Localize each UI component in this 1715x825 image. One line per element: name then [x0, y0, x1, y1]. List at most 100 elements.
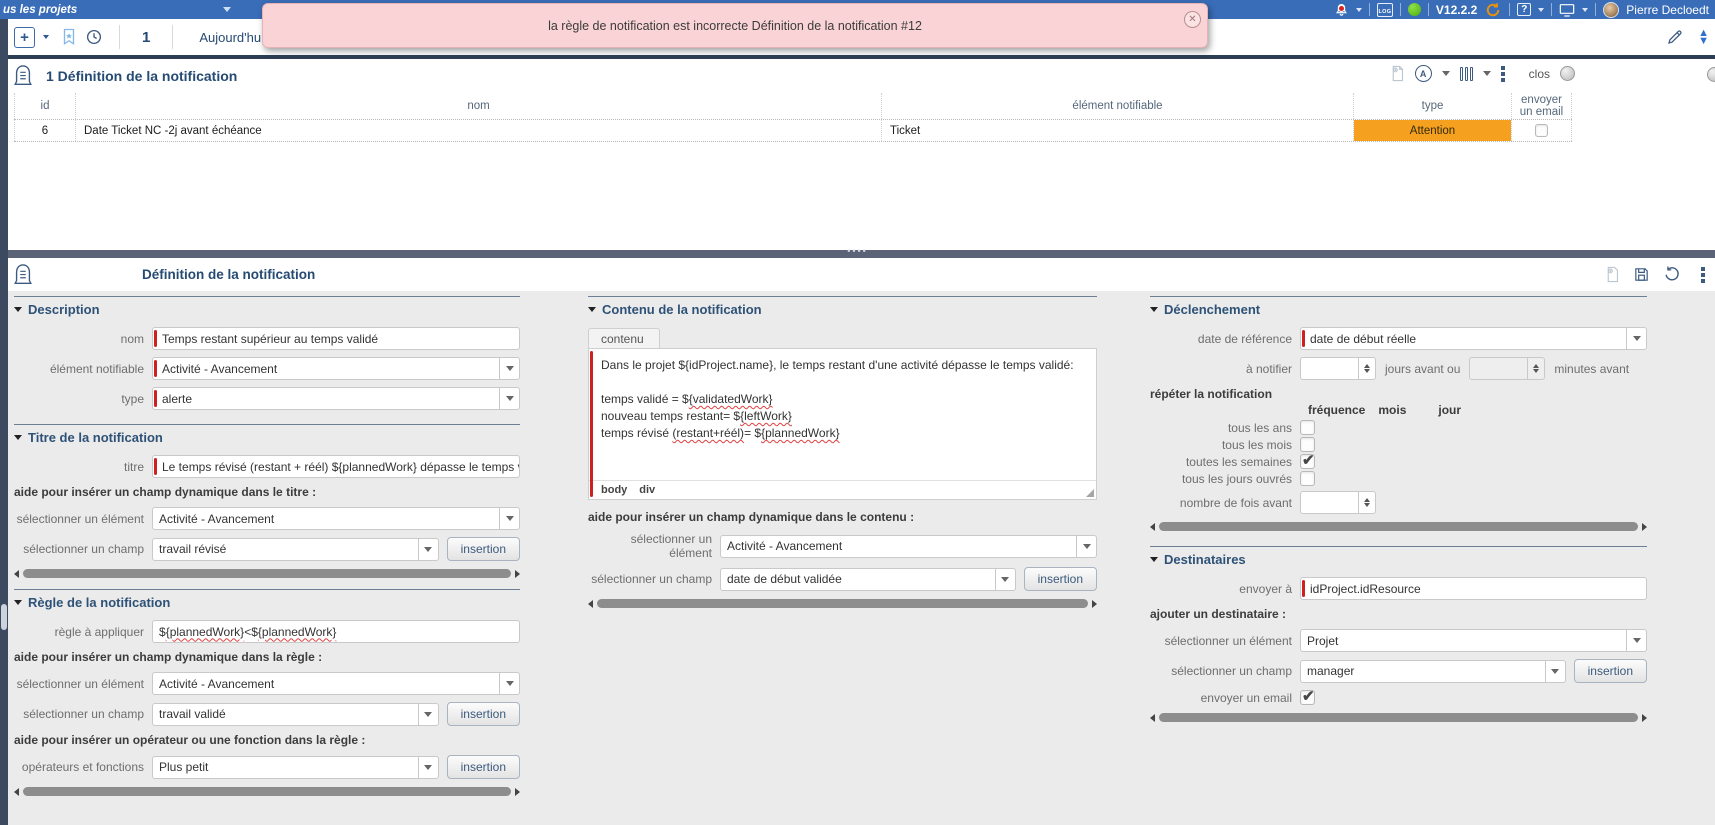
tous-les-mois-checkbox[interactable] [1300, 437, 1315, 452]
user-avatar[interactable] [1603, 2, 1619, 18]
contenu-element-select[interactable]: Activité - Avancement [720, 535, 1097, 558]
cell-id: 6 [14, 120, 76, 141]
detail-menu-icon[interactable] [1701, 267, 1705, 283]
column-header-element[interactable]: élément notifiable [882, 93, 1354, 119]
titre-help-label: aide pour insérer un champ dynamique dan… [14, 485, 520, 499]
contenu-editor[interactable]: Dans le projet ${idProject.name}, le tem… [588, 348, 1097, 500]
titre-input[interactable]: Le temps révisé (restant + réél) ${plann… [152, 455, 520, 478]
undo-icon[interactable] [1663, 265, 1681, 283]
notification-bell-icon [12, 64, 34, 88]
select-field-label: sélectionner un champ [588, 572, 720, 586]
edge-toggle[interactable] [1707, 67, 1715, 82]
display-icon[interactable] [1559, 3, 1575, 17]
tag-div[interactable]: div [639, 484, 655, 496]
save-icon[interactable] [1633, 266, 1650, 283]
minutes-avant-spinner[interactable] [1469, 357, 1545, 380]
horizontal-scrollbar[interactable] [588, 598, 1097, 609]
tous-les-ans-checkbox[interactable] [1300, 420, 1315, 435]
help-icon[interactable]: ? [1517, 3, 1531, 16]
section-titre[interactable]: Titre de la notification [14, 424, 520, 445]
envoyer-a-input[interactable]: idProject.idResource [1300, 577, 1647, 600]
jours-avant-suffix: jours avant ou [1385, 362, 1460, 376]
regle-field-select[interactable]: travail validé [152, 703, 439, 726]
contenu-field-select[interactable]: date de début validée [720, 568, 1016, 591]
horizontal-scrollbar[interactable] [14, 568, 520, 579]
tag-body[interactable]: body [601, 484, 627, 496]
add-button[interactable]: + [14, 27, 35, 48]
section-contenu[interactable]: Contenu de la notification [588, 296, 1097, 317]
tab-contenu[interactable]: contenu [588, 328, 660, 349]
select-element-label: sélectionner un élément [588, 532, 720, 560]
section-declenchement[interactable]: Déclenchement [1150, 296, 1647, 317]
columns-chevron-icon[interactable] [1483, 71, 1491, 76]
operator-insertion-button[interactable]: insertion [447, 755, 520, 779]
project-selector[interactable]: us les projets [0, 4, 231, 16]
section-description[interactable]: Description [14, 296, 520, 317]
display-chevron-icon[interactable] [1582, 8, 1588, 12]
refresh-icon[interactable] [1484, 1, 1502, 19]
horizontal-scrollbar[interactable] [1150, 712, 1647, 723]
bookmark-icon[interactable] [61, 28, 77, 46]
closed-toggle[interactable] [1560, 66, 1575, 81]
titre-insertion-button[interactable]: insertion [447, 537, 520, 561]
column-header-email[interactable]: envoyer un email [1512, 93, 1572, 119]
horizontal-scrollbar[interactable] [1150, 521, 1647, 532]
print-icon[interactable] [1390, 65, 1405, 82]
tous-les-jours-ouvres-checkbox[interactable] [1300, 471, 1315, 486]
close-icon[interactable]: ✕ [1184, 11, 1201, 28]
operators-select[interactable]: Plus petit [152, 756, 439, 779]
column-header-nom[interactable]: nom [76, 93, 882, 119]
column-header-type[interactable]: type [1354, 93, 1512, 119]
checklist-icon[interactable] [1605, 266, 1620, 283]
toutes-les-semaines-checkbox[interactable] [1300, 454, 1315, 469]
help-chevron-icon[interactable] [1538, 8, 1544, 12]
chevron-down-icon [499, 673, 519, 694]
nombre-fois-spinner[interactable] [1300, 491, 1376, 514]
section-destinataires[interactable]: Destinataires [1150, 546, 1647, 567]
pencil-icon[interactable] [1666, 28, 1684, 46]
minutes-avant-suffix: minutes avant [1554, 362, 1629, 376]
envoyer-email-checkbox[interactable] [1300, 690, 1315, 705]
nombre-fois-label: nombre de fois avant [1150, 496, 1300, 510]
auto-filter-icon[interactable]: A [1415, 65, 1432, 82]
history-icon[interactable] [85, 28, 103, 46]
column-header-id[interactable]: id [14, 93, 76, 119]
filter-chevron-icon[interactable] [1442, 71, 1450, 76]
alerts-icon[interactable] [1334, 2, 1349, 17]
section-regle[interactable]: Règle de la notification [14, 589, 520, 610]
regle-help-label: aide pour insérer un champ dynamique dan… [14, 650, 520, 664]
tous-les-ans-label: tous les ans [1150, 421, 1300, 435]
date-reference-select[interactable]: date de début réelle [1300, 327, 1647, 350]
titre-element-select[interactable]: Activité - Avancement [152, 507, 520, 530]
regle-element-select[interactable]: Activité - Avancement [152, 672, 520, 695]
columns-icon[interactable] [1460, 67, 1473, 81]
select-element-label: sélectionner un élément [14, 512, 152, 526]
record-count: 1 [136, 29, 156, 46]
nom-input[interactable]: Temps restant supérieur au temps validé [152, 327, 520, 350]
destinataire-element-select[interactable]: Projet [1300, 629, 1647, 652]
element-notifiable-select[interactable]: Activité - Avancement [152, 357, 520, 380]
regle-label: règle à appliquer [14, 625, 152, 639]
user-name: Pierre Decloedt [1626, 3, 1709, 17]
alerts-chevron-icon[interactable] [1356, 8, 1362, 12]
regle-insertion-button[interactable]: insertion [447, 702, 520, 726]
log-icon[interactable]: LOG [1377, 3, 1393, 17]
editor-status-bar: body div [589, 480, 1096, 499]
add-chevron-icon[interactable] [43, 35, 49, 39]
regle-input[interactable]: ${plannedWork}<${plannedWork} [152, 620, 520, 643]
type-select[interactable]: alerte [152, 387, 520, 410]
table-row[interactable]: 6 Date Ticket NC -2j avant échéance Tick… [14, 120, 1572, 142]
resize-handle-icon[interactable] [1086, 489, 1094, 497]
vertical-scroll-handle[interactable] [1, 604, 7, 630]
panel-splitter[interactable] [0, 250, 1715, 258]
horizontal-scrollbar[interactable] [14, 786, 520, 797]
destinataire-field-select[interactable]: manager [1300, 660, 1566, 683]
destinataire-insertion-button[interactable]: insertion [1574, 659, 1647, 683]
contenu-insertion-button[interactable]: insertion [1024, 567, 1097, 591]
titre-field-select[interactable]: travail révisé [152, 538, 439, 561]
email-checkbox[interactable] [1535, 124, 1548, 137]
jours-avant-spinner[interactable] [1300, 357, 1376, 380]
sort-arrows-icon[interactable]: ▲▼ [1698, 29, 1709, 45]
list-menu-icon[interactable] [1501, 66, 1505, 82]
chevron-down-icon [1626, 328, 1646, 349]
